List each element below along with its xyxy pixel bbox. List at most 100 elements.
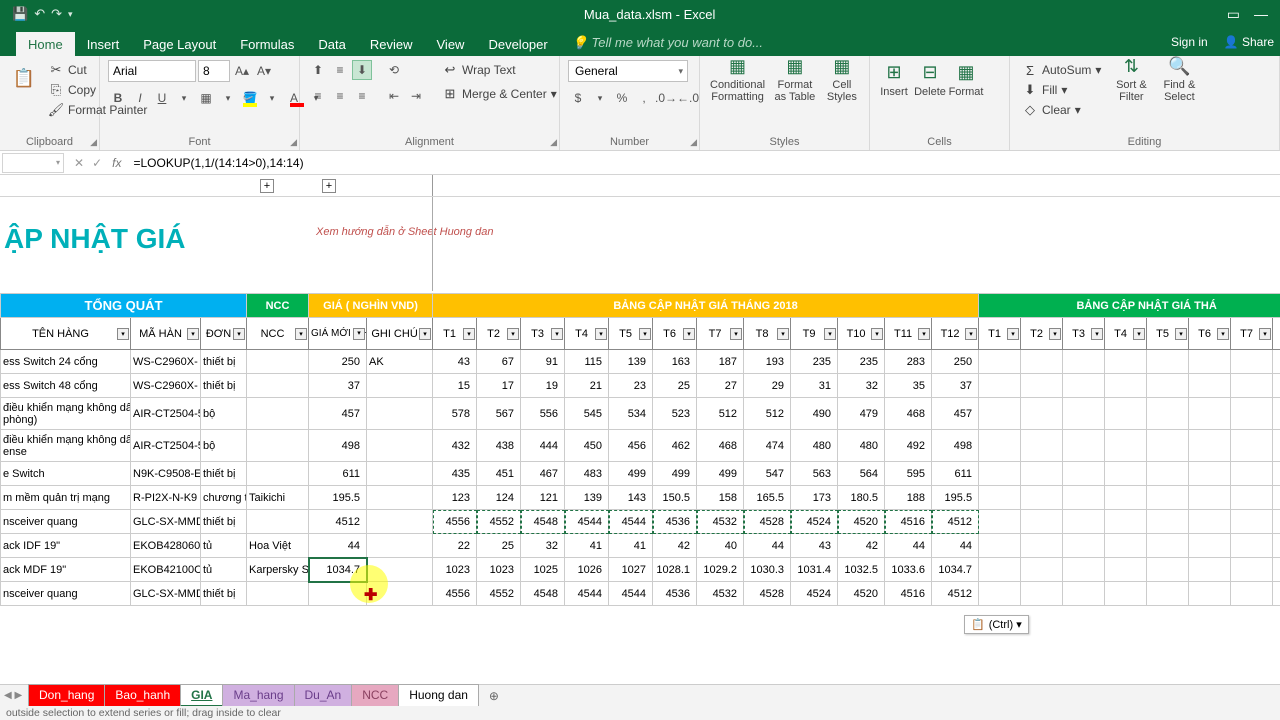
- filter-icon[interactable]: ▾: [295, 328, 307, 340]
- table-row[interactable]: e SwitchN9K-C9508-Ethiết bị6114354514674…: [1, 462, 1280, 486]
- share-button[interactable]: 👤 Share: [1218, 35, 1280, 49]
- tab-home[interactable]: Home: [16, 32, 75, 56]
- wrap-text-button[interactable]: ↩Wrap Text: [438, 60, 561, 80]
- filter-icon[interactable]: ▾: [551, 328, 563, 340]
- col-t12[interactable]: T12▾: [932, 318, 979, 350]
- tab-data[interactable]: Data: [306, 32, 357, 56]
- col2-t5[interactable]: T5▾: [1147, 318, 1189, 350]
- table-row[interactable]: điều khiển mạng không dâyphòng)AIR-CT250…: [1, 398, 1280, 430]
- name-box[interactable]: [2, 153, 64, 173]
- filter-icon[interactable]: ▾: [1091, 328, 1103, 340]
- table-row[interactable]: ess Switch 24 cổngWS-C2960X-thiết bị250A…: [1, 350, 1280, 374]
- delete-cells-button[interactable]: ⊟Delete: [914, 60, 946, 100]
- col-ncc[interactable]: NCC▾: [247, 318, 309, 350]
- table-row[interactable]: ack MDF 19"EKOB42100CtủKarpersky S1034.7…: [1, 558, 1280, 582]
- filter-icon[interactable]: ▾: [777, 328, 789, 340]
- col-gia-moi[interactable]: GIÁ MỚI NHẤT▾: [309, 318, 367, 350]
- table-row[interactable]: điều khiển mạng không dâyenseAIR-CT2504-…: [1, 430, 1280, 462]
- save-icon[interactable]: 💾: [12, 6, 28, 22]
- filter-icon[interactable]: ▾: [730, 328, 742, 340]
- col-ma-hang[interactable]: MÃ HÀN▾: [131, 318, 201, 350]
- border-button[interactable]: ▦: [196, 88, 216, 108]
- new-sheet-button[interactable]: ⊕: [484, 686, 504, 706]
- formula-input[interactable]: [129, 153, 1280, 173]
- tab-formulas[interactable]: Formulas: [228, 32, 306, 56]
- paste-options-button[interactable]: 📋 (Ctrl) ▾: [964, 615, 1029, 634]
- sheet-tab-huong dan[interactable]: Huong dan: [398, 684, 479, 707]
- table-row[interactable]: nsceiver quangGLC-SX-MMDthiết bị45124556…: [1, 510, 1280, 534]
- col-t6[interactable]: T6▾: [653, 318, 697, 350]
- decrease-decimal-button[interactable]: ←.0: [678, 88, 698, 108]
- tell-me-input[interactable]: 💡 Tell me what you want to do...: [560, 30, 1161, 56]
- outline-expand-1[interactable]: +: [260, 179, 274, 193]
- sheet-tab-du_an[interactable]: Du_An: [294, 684, 353, 707]
- filter-icon[interactable]: ▾: [1175, 328, 1187, 340]
- undo-icon[interactable]: ↶: [34, 6, 45, 22]
- qat-more-icon[interactable]: ▾: [68, 9, 73, 20]
- sheet-nav-arrows[interactable]: ◀ ▶: [4, 690, 22, 701]
- align-center-button[interactable]: ≡: [330, 86, 350, 106]
- sheet-tab-gia[interactable]: GIA: [180, 684, 223, 707]
- cell-styles-button[interactable]: ▦Cell Styles: [823, 60, 861, 100]
- tab-insert[interactable]: Insert: [75, 32, 132, 56]
- increase-decimal-button[interactable]: .0→: [656, 88, 676, 108]
- merge-center-button[interactable]: ⊞Merge & Center ▾: [438, 84, 561, 104]
- percent-format-button[interactable]: %: [612, 88, 632, 108]
- align-right-button[interactable]: ≡: [352, 86, 372, 106]
- tab-developer[interactable]: Developer: [476, 32, 559, 56]
- decrease-indent-button[interactable]: ⇤: [384, 86, 404, 106]
- orientation-button[interactable]: ⟲: [384, 60, 404, 80]
- filter-icon[interactable]: ▾: [639, 328, 651, 340]
- comma-format-button[interactable]: ,: [634, 88, 654, 108]
- font-launcher-icon[interactable]: ◢: [290, 137, 297, 148]
- col-t1[interactable]: T1▾: [433, 318, 477, 350]
- col2-t8[interactable]: T8▾: [1273, 318, 1280, 350]
- filter-icon[interactable]: ▾: [965, 328, 977, 340]
- col2-t4[interactable]: T4▾: [1105, 318, 1147, 350]
- filter-icon[interactable]: ▾: [1007, 328, 1019, 340]
- shrink-font-button[interactable]: A▾: [254, 61, 274, 81]
- fill-button[interactable]: ⬇Fill ▾: [1018, 80, 1105, 100]
- filter-icon[interactable]: ▾: [419, 328, 431, 340]
- col-ghi-chu[interactable]: GHI CHÚ▾: [367, 318, 433, 350]
- filter-icon[interactable]: ▾: [353, 328, 365, 340]
- filter-icon[interactable]: ▾: [463, 328, 475, 340]
- sheet-tab-bao_hanh[interactable]: Bao_hanh: [104, 684, 181, 707]
- data-table[interactable]: TỔNG QUÁT NCC GIÁ ( NGHÌN VND) BẢNG CẬP …: [0, 293, 1280, 606]
- table-row[interactable]: m mềm quản trị mạngR-PI2X-N-K9chương trT…: [1, 486, 1280, 510]
- table-row[interactable]: nsceiver quangGLC-SX-MMDthiết bị45564552…: [1, 582, 1280, 606]
- col-t3[interactable]: T3▾: [521, 318, 565, 350]
- sheet-tab-ncc[interactable]: NCC: [351, 684, 399, 707]
- font-size-input[interactable]: [198, 60, 230, 82]
- filter-icon[interactable]: ▾: [1259, 328, 1271, 340]
- col-t11[interactable]: T11▾: [885, 318, 932, 350]
- col2-t2[interactable]: T2▾: [1021, 318, 1063, 350]
- minimize-icon[interactable]: —: [1254, 6, 1268, 22]
- filter-icon[interactable]: ▾: [1217, 328, 1229, 340]
- col-ten-hang[interactable]: TÊN HÀNG▾: [1, 318, 131, 350]
- number-launcher-icon[interactable]: ◢: [690, 137, 697, 148]
- clipboard-launcher-icon[interactable]: ◢: [90, 137, 97, 148]
- insert-cells-button[interactable]: ⊞Insert: [878, 60, 910, 100]
- tab-view[interactable]: View: [425, 32, 477, 56]
- sort-filter-button[interactable]: ⇅Sort & Filter: [1109, 60, 1153, 100]
- sign-in-link[interactable]: Sign in: [1161, 35, 1218, 49]
- filter-icon[interactable]: ▾: [117, 328, 129, 340]
- col-t9[interactable]: T9▾: [791, 318, 838, 350]
- filter-icon[interactable]: ▾: [918, 328, 930, 340]
- col2-t7[interactable]: T7▾: [1231, 318, 1273, 350]
- align-left-button[interactable]: ≡: [308, 86, 328, 106]
- increase-indent-button[interactable]: ⇥: [406, 86, 426, 106]
- worksheet-area[interactable]: ẬP NHẬT GIÁ Xem hướng dẫn ở Sheet Huong …: [0, 197, 1280, 684]
- sheet-tab-ma_hang[interactable]: Ma_hang: [222, 684, 294, 707]
- table-row[interactable]: ack IDF 19"EKOB428060tủHoa Việt442225324…: [1, 534, 1280, 558]
- col2-t3[interactable]: T3▾: [1063, 318, 1105, 350]
- col-don[interactable]: ĐƠN▾: [201, 318, 247, 350]
- number-format-dropdown[interactable]: General: [568, 60, 688, 82]
- filter-icon[interactable]: ▾: [683, 328, 695, 340]
- filter-icon[interactable]: ▾: [187, 328, 199, 340]
- col-t5[interactable]: T5▾: [609, 318, 653, 350]
- col2-t6[interactable]: T6▾: [1189, 318, 1231, 350]
- alignment-launcher-icon[interactable]: ◢: [550, 137, 557, 148]
- align-middle-button[interactable]: ≡: [330, 60, 350, 80]
